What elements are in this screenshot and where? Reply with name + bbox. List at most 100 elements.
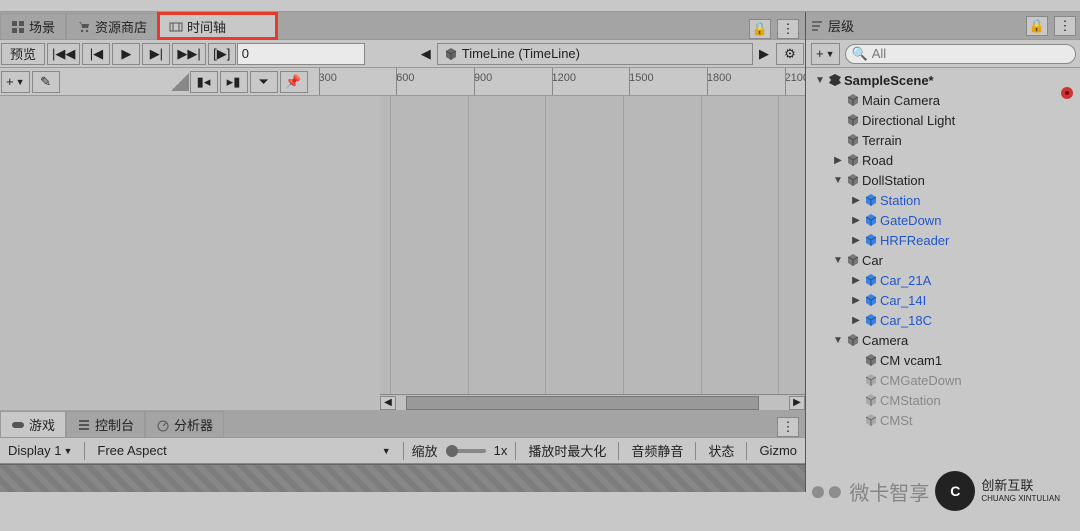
expand-arrow-icon[interactable]: ▶ [850, 195, 862, 206]
marker-button[interactable]: ⏷ [250, 71, 278, 93]
expand-arrow-icon[interactable]: ▼ [832, 335, 844, 346]
tab-game[interactable]: 游戏 [0, 411, 66, 437]
hierarchy-item[interactable]: ▶Car_14I [808, 290, 1078, 310]
timeline-hscroll[interactable]: ◀ ▶ [380, 394, 805, 410]
play-button[interactable]: ▶ [112, 43, 140, 65]
hierarchy-item[interactable]: ▼ SampleScene* [808, 70, 1078, 90]
goto-start-button[interactable]: |◀◀ [47, 43, 80, 65]
hierarchy-title: 层级 [828, 16, 854, 35]
display-dropdown[interactable]: Display 1▼ [4, 441, 76, 461]
gameobject-icon [846, 113, 860, 127]
expand-arrow-icon[interactable]: ▶ [850, 215, 862, 226]
hierarchy-item-label: Car_18C [880, 313, 932, 328]
frame-field[interactable]: 0 [237, 43, 365, 65]
hierarchy-item[interactable]: ▶Station [808, 190, 1078, 210]
grid-icon [11, 20, 25, 34]
scroll-right-button[interactable]: ▶ [789, 396, 805, 410]
hierarchy-item[interactable]: ▼Car [808, 250, 1078, 270]
lock-button[interactable]: 🔒 [749, 19, 771, 39]
mixin-button[interactable]: ▮◂ [190, 71, 218, 93]
tab-scene[interactable]: 场景 [0, 13, 66, 39]
goto-end-button[interactable]: ▶▶| [172, 43, 205, 65]
hierarchy-item[interactable]: ▶ Car_18C [808, 310, 1078, 330]
aspect-dropdown[interactable]: Free Aspect▼ [93, 441, 394, 461]
marker-icon: ⏷ [258, 74, 268, 90]
hierarchy-item-label: SampleScene* [844, 73, 934, 88]
hierarchy-item[interactable]: CMGateDown [808, 370, 1078, 390]
hierarchy-tree[interactable]: ▼ SampleScene* Main CameraDirectional Ligh… [806, 68, 1080, 492]
tab-assetstore[interactable]: 资源商店 [66, 13, 158, 39]
search-icon: 🔍 [852, 46, 868, 62]
hierarchy-item[interactable]: Main Camera [808, 90, 1078, 110]
chevron-left-icon[interactable]: ◀ [415, 46, 437, 62]
scroll-left-button[interactable]: ◀ [380, 396, 396, 410]
tab-profiler[interactable]: 分析器 [145, 411, 224, 437]
play-range-button[interactable]: [▶] [208, 43, 236, 65]
expand-arrow-icon[interactable]: ▼ [832, 255, 844, 266]
timeline-secondbar: +▼ ✎ ▮◂ ▸▮ ⏷ 📌 3006009001200150018002100 [0, 68, 805, 96]
list-icon [77, 418, 91, 432]
hierarchy-item[interactable]: CM vcam1 [808, 350, 1078, 370]
hierarchy-add-button[interactable]: +▼ [811, 43, 840, 65]
scroll-track[interactable] [396, 396, 789, 410]
preview-button[interactable]: 预览 [1, 43, 45, 65]
prefab-icon [864, 293, 878, 307]
hierarchy-search[interactable]: 🔍 All [845, 44, 1076, 64]
prev-frame-button[interactable]: |◀ [82, 43, 110, 65]
film-icon [169, 20, 183, 34]
game-tab-menu[interactable]: ⋮ [777, 417, 799, 437]
hierarchy-item[interactable]: ▼Camera [808, 330, 1078, 350]
expand-arrow-icon[interactable]: ▶ [850, 295, 862, 306]
tab-console[interactable]: 控制台 [66, 411, 145, 437]
gear-icon: ⚙ [784, 46, 796, 62]
hierarchy-item[interactable]: CMSt [808, 410, 1078, 430]
expand-arrow-icon[interactable]: ▶ [850, 315, 862, 326]
expand-arrow-icon[interactable]: ▼ [832, 175, 844, 186]
hierarchy-item-label: Road [862, 153, 893, 168]
mute-audio-toggle[interactable]: 音频静音 [627, 441, 687, 461]
chevron-right-icon[interactable]: ▶ [753, 46, 775, 62]
prefab-icon [864, 213, 878, 227]
hierarchy-item[interactable]: ▶Car_21A [808, 270, 1078, 290]
hierarchy-item[interactable]: Terrain [808, 130, 1078, 150]
tab-timeline[interactable]: 时间轴 [158, 13, 277, 39]
hierarchy-lock[interactable]: 🔒 [1026, 16, 1048, 36]
timeline-canvas[interactable]: ◀ ▶ [380, 96, 805, 410]
hierarchy-menu[interactable]: ⋮ [1054, 16, 1076, 36]
timeline-ruler[interactable]: 3006009001200150018002100 [309, 68, 805, 95]
gauge-icon [156, 418, 170, 432]
next-frame-button[interactable]: ▶| [142, 43, 170, 65]
track-header-column [0, 96, 380, 410]
add-track-button[interactable]: +▼ [1, 71, 30, 93]
timeline-tabbar: 场景 资源商店 时间轴 🔒 ⋮ [0, 12, 805, 40]
edit-mode-button[interactable]: ✎ [32, 71, 60, 93]
hierarchy-item[interactable]: ▶GateDown [808, 210, 1078, 230]
timeline-options-button[interactable]: ⚙ [776, 43, 804, 65]
kebab-icon: ⋮ [782, 21, 795, 37]
hierarchy-item[interactable]: CMStation [808, 390, 1078, 410]
timeline-toolbar: 预览 |◀◀ |◀ ▶ ▶| ▶▶| [▶] 0 ◀ TimeLine (Tim… [0, 40, 805, 68]
hierarchy-item[interactable]: ▶HRFReader [808, 230, 1078, 250]
hierarchy-item[interactable]: ▶ Road [808, 150, 1078, 170]
hierarchy-item[interactable]: ▼ DollStation [808, 170, 1078, 190]
timeline-asset-dropdown[interactable]: TimeLine (TimeLine) [437, 43, 753, 65]
hierarchy-item-label: DollStation [862, 173, 925, 188]
scroll-thumb[interactable] [406, 396, 759, 410]
pin-button[interactable]: 📌 [280, 71, 308, 93]
missing-script-icon [1058, 84, 1076, 102]
mixout-button[interactable]: ▸▮ [220, 71, 248, 93]
ruler-tick: 1200 [552, 72, 576, 84]
gameobject-icon [846, 93, 860, 107]
gizmos-dropdown[interactable]: Gizmo [755, 441, 801, 461]
scale-slider[interactable] [446, 449, 486, 453]
tab-menu-button[interactable]: ⋮ [777, 19, 799, 39]
timeline-tracks[interactable]: ◀ ▶ [0, 96, 805, 410]
expand-arrow-icon[interactable]: ▼ [814, 75, 826, 86]
gamepad-icon [11, 418, 25, 432]
expand-arrow-icon[interactable]: ▶ [850, 235, 862, 246]
expand-arrow-icon[interactable]: ▶ [850, 275, 862, 286]
stats-toggle[interactable]: 状态 [704, 441, 738, 461]
expand-arrow-icon[interactable]: ▶ [832, 155, 844, 166]
max-on-play-toggle[interactable]: 播放时最大化 [524, 441, 610, 461]
hierarchy-item[interactable]: Directional Light [808, 110, 1078, 130]
